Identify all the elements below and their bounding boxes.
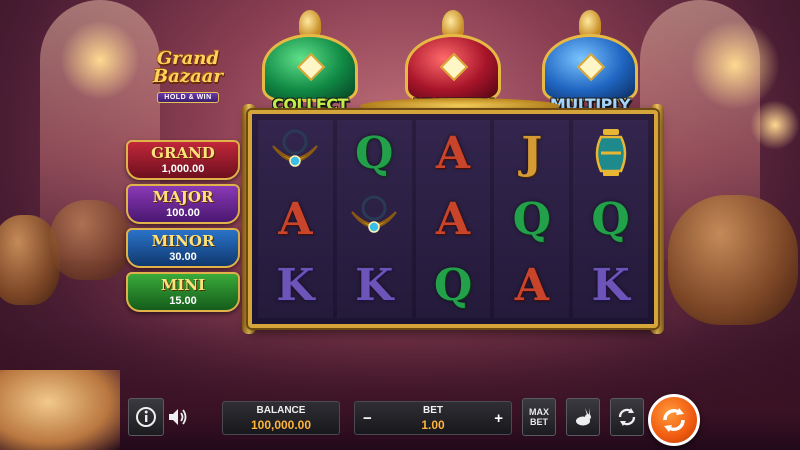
symbol-a: A xyxy=(278,193,313,245)
turbo-button[interactable] xyxy=(566,398,600,436)
jackpot-minor-value: 30.00 xyxy=(169,251,197,263)
lantern-glow-left xyxy=(60,20,140,100)
info-icon xyxy=(136,407,156,427)
jackpot-minor-name: MINOR xyxy=(151,232,215,250)
symbol-q: Q xyxy=(591,193,630,245)
speaker-icon xyxy=(169,409,187,425)
dome-multiply: MULTIPLY xyxy=(530,10,650,114)
dome-body xyxy=(542,34,638,102)
reel-frame: A K Q K A A Q J Q A Q K xyxy=(248,110,658,328)
lantern-glow-right xyxy=(690,20,780,110)
jackpot-major-name: MAJOR xyxy=(152,188,214,206)
sound-button[interactable] xyxy=(162,398,194,436)
dome-gem xyxy=(439,52,469,82)
dome-gem xyxy=(576,52,606,82)
bet-value: 1.00 xyxy=(421,418,445,432)
symbol-amulet-icon xyxy=(337,187,412,251)
rabbit-icon xyxy=(576,408,591,426)
background-pot-left-back xyxy=(50,200,130,280)
jackpot-mini: MINI 15.00 xyxy=(126,272,240,312)
reel-1: A K xyxy=(258,120,333,318)
max-bet-label: MAX BET xyxy=(529,407,549,427)
reel-4: J Q A xyxy=(494,120,570,318)
jackpot-grand-value: 1,000.00 xyxy=(161,163,205,175)
dome-gem xyxy=(296,52,326,82)
logo-subtitle: HOLD & WIN xyxy=(157,92,219,103)
background-pot-right xyxy=(668,195,798,325)
logo-line-2: Bazaar xyxy=(153,66,223,87)
symbol-k: K xyxy=(591,259,630,311)
lantern-glow-right-low xyxy=(750,100,800,150)
reel-5: Q K xyxy=(573,120,648,318)
jackpot-grand: GRAND 1,000.00 xyxy=(126,140,240,180)
jackpot-major-value: 100.00 xyxy=(166,207,200,219)
background-pastries xyxy=(0,370,120,450)
reel-2: Q K xyxy=(336,120,412,318)
dome-collect: COLLECT xyxy=(250,10,370,114)
balance-panel: BALANCE 100,000.00 xyxy=(222,401,340,435)
max-bet-line-2: BET xyxy=(530,417,548,427)
max-bet-button[interactable]: MAX BET xyxy=(522,398,556,436)
bet-increase-button[interactable]: + xyxy=(494,410,503,427)
symbol-q: Q xyxy=(355,127,394,179)
symbol-k: K xyxy=(276,259,315,311)
symbol-amulet-icon xyxy=(258,121,333,185)
symbol-q: Q xyxy=(433,259,473,311)
balance-value: 100,000.00 xyxy=(250,418,312,432)
symbol-vase-icon xyxy=(573,121,648,185)
symbol-a: A xyxy=(514,259,549,311)
jackpot-major: MAJOR 100.00 xyxy=(126,184,240,224)
symbol-a: A xyxy=(435,193,471,245)
jackpot-grand-name: GRAND xyxy=(151,144,215,162)
dome-mystery: MYSTERY xyxy=(393,10,513,114)
jackpot-minor: MINOR 30.00 xyxy=(126,228,240,268)
autoplay-button[interactable] xyxy=(610,398,644,436)
dome-body xyxy=(405,34,501,102)
reels-grid: A K Q K A A Q J Q A Q K xyxy=(258,120,648,318)
spin-button[interactable] xyxy=(648,394,700,446)
spin-arrows-icon xyxy=(663,408,685,432)
dome-body xyxy=(262,34,358,102)
jackpot-mini-name: MINI xyxy=(160,276,206,294)
max-bet-line-1: MAX xyxy=(529,407,549,417)
info-button[interactable] xyxy=(128,398,164,436)
symbol-q: Q xyxy=(512,193,551,245)
reel-3: A A Q xyxy=(415,120,491,318)
bet-decrease-button[interactable]: − xyxy=(363,410,372,427)
symbol-k: K xyxy=(355,259,394,311)
jackpot-mini-value: 15.00 xyxy=(169,295,197,307)
bet-panel: − BET 1.00 + xyxy=(354,401,512,435)
bet-label: BET xyxy=(423,405,443,416)
symbol-a: A xyxy=(435,127,471,179)
game-logo: Grand Bazaar HOLD & WIN xyxy=(142,50,234,110)
balance-label: BALANCE xyxy=(256,405,306,416)
symbol-j: J xyxy=(521,127,543,179)
refresh-icon xyxy=(618,408,636,426)
